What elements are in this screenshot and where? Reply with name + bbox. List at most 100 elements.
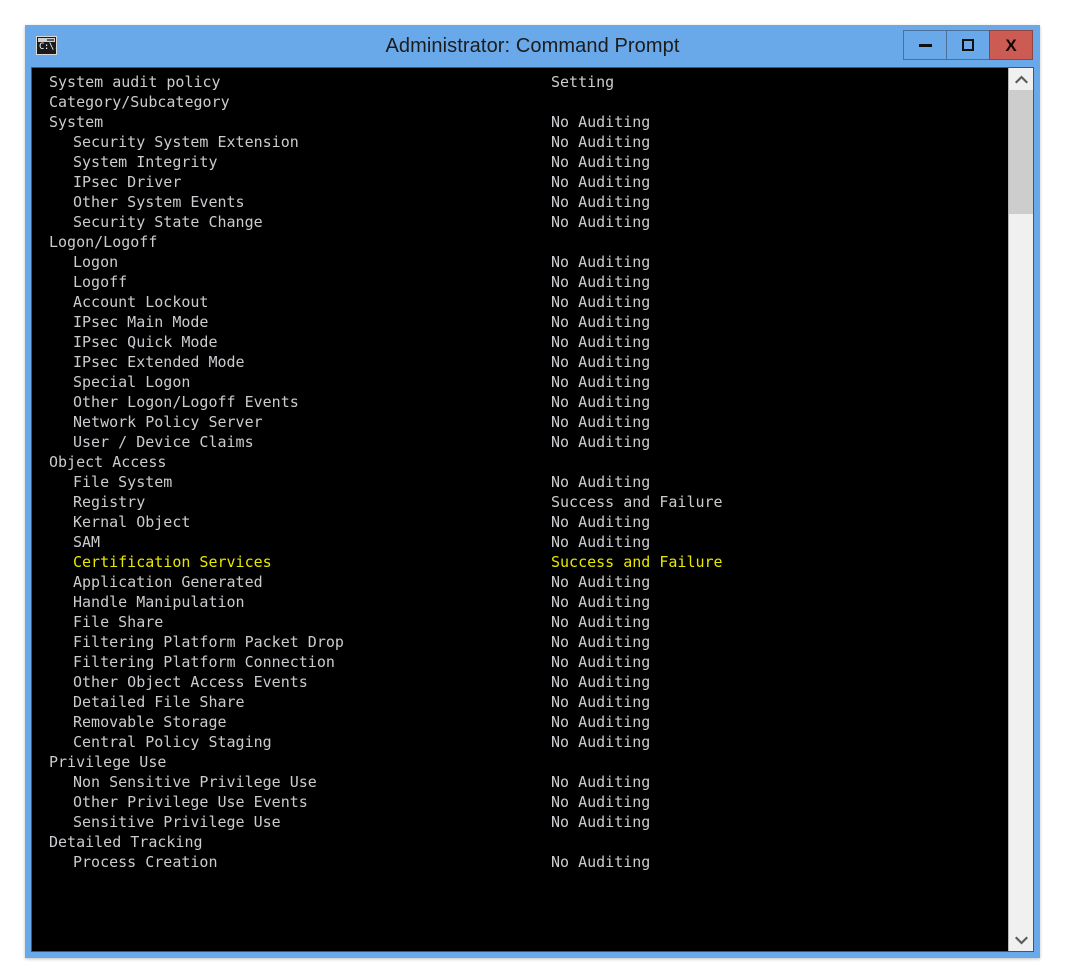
- audit-setting-value: No Auditing: [551, 153, 651, 171]
- window-title: Administrator: Command Prompt: [385, 34, 680, 57]
- console-row: File System No Auditing: [32, 472, 1008, 492]
- console-row: Security System Extension No Auditing: [32, 132, 1008, 152]
- audit-category-label: Application Generated: [73, 573, 263, 591]
- console-row: Category/Subcategory: [32, 92, 1008, 112]
- audit-setting-value: No Auditing: [551, 193, 651, 211]
- audit-category-label: Kernal Object: [73, 513, 191, 531]
- audit-setting-value: No Auditing: [551, 593, 651, 611]
- console-frame: System audit policy Setting Category/Subca…: [31, 67, 1034, 952]
- audit-setting-value: No Auditing: [551, 693, 651, 711]
- console-row: Object Access: [32, 452, 1008, 472]
- console-row: Logoff No Auditing: [32, 272, 1008, 292]
- console-lines: System audit policy Setting Category/Subca…: [32, 72, 1008, 872]
- audit-setting-value: Success and Failure: [551, 493, 723, 511]
- audit-setting-value: No Auditing: [551, 773, 651, 791]
- audit-category-label: SAM: [73, 533, 101, 551]
- close-icon: X: [1005, 35, 1017, 55]
- icon-prompt-text: C:\.: [39, 42, 57, 52]
- audit-setting-value: No Auditing: [551, 393, 651, 411]
- audit-category-label: Non Sensitive Privilege Use: [73, 773, 317, 791]
- audit-category-label: IPsec Extended Mode: [73, 353, 245, 371]
- audit-category-label: Detailed File Share: [73, 693, 245, 711]
- console-row: Process Creation No Auditing: [32, 852, 1008, 872]
- console-row: Removable Storage No Auditing: [32, 712, 1008, 732]
- audit-category-label: Handle Manipulation: [73, 593, 245, 611]
- console-row: User / Device Claims No Auditing: [32, 432, 1008, 452]
- audit-setting-value: No Auditing: [551, 733, 651, 751]
- console-row: Detailed Tracking: [32, 832, 1008, 852]
- audit-setting-value: No Auditing: [551, 713, 651, 731]
- scrollbar-thumb[interactable]: [1009, 90, 1033, 214]
- console-row: Other Object Access Events No Auditing: [32, 672, 1008, 692]
- audit-category-label: Other Object Access Events: [73, 673, 308, 691]
- audit-setting-value: No Auditing: [551, 373, 651, 391]
- console-row: Filtering Platform Connection No Auditing: [32, 652, 1008, 672]
- minimize-button[interactable]: [903, 30, 947, 60]
- audit-category-label: Security System Extension: [73, 133, 299, 151]
- console-row: Special Logon No Auditing: [32, 372, 1008, 392]
- audit-category-label: IPsec Main Mode: [73, 313, 209, 331]
- audit-category-label: Special Logon: [73, 373, 191, 391]
- audit-category-label: Logoff: [73, 273, 128, 291]
- audit-category-label: Network Policy Server: [73, 413, 263, 431]
- audit-category-label: Logon/Logoff: [49, 233, 158, 251]
- scrollbar-track[interactable]: [1009, 90, 1033, 929]
- screen: C:\. Administrator: Command Prompt X Sys…: [0, 0, 1065, 978]
- audit-category-label: Other Privilege Use Events: [73, 793, 308, 811]
- audit-category-label: Process Creation: [73, 853, 218, 871]
- audit-setting-value: No Auditing: [551, 793, 651, 811]
- audit-setting-value: No Auditing: [551, 353, 651, 371]
- window-titlebar[interactable]: C:\. Administrator: Command Prompt X: [25, 25, 1040, 67]
- console-row: Logon/Logoff: [32, 232, 1008, 252]
- console-row: Detailed File Share No Auditing: [32, 692, 1008, 712]
- audit-category-label: Privilege Use: [49, 753, 167, 771]
- audit-category-label: System: [49, 113, 104, 131]
- audit-setting-value: No Auditing: [551, 473, 651, 491]
- audit-category-label: Logon: [73, 253, 119, 271]
- console-row: SAM No Auditing: [32, 532, 1008, 552]
- audit-category-label: Other Logon/Logoff Events: [73, 393, 299, 411]
- audit-setting-value: No Auditing: [551, 573, 651, 591]
- console-row: Privilege Use: [32, 752, 1008, 772]
- audit-category-label: System Integrity: [73, 153, 218, 171]
- scroll-up-button[interactable]: [1009, 68, 1033, 90]
- audit-setting-value: No Auditing: [551, 293, 651, 311]
- maximize-button[interactable]: [946, 30, 990, 60]
- console-row: Central Policy Staging No Auditing: [32, 732, 1008, 752]
- audit-category-label: Filtering Platform Packet Drop: [73, 633, 344, 651]
- console-row: Filtering Platform Packet Drop No Auditin…: [32, 632, 1008, 652]
- window-controls: X: [903, 30, 1033, 60]
- audit-setting-value: No Auditing: [551, 533, 651, 551]
- console-scrollbar[interactable]: [1008, 68, 1033, 951]
- audit-category-label: Account Lockout: [73, 293, 209, 311]
- audit-setting-value: No Auditing: [551, 313, 651, 331]
- audit-setting-value: No Auditing: [551, 653, 651, 671]
- audit-setting-value: No Auditing: [551, 513, 651, 531]
- console-output[interactable]: System audit policy Setting Category/Subca…: [32, 68, 1008, 951]
- audit-setting-value: No Auditing: [551, 253, 651, 271]
- scroll-down-button[interactable]: [1009, 929, 1033, 951]
- console-row: System Integrity No Auditing: [32, 152, 1008, 172]
- console-row: IPsec Quick Mode No Auditing: [32, 332, 1008, 352]
- audit-setting-value: No Auditing: [551, 133, 651, 151]
- console-row: Non Sensitive Privilege Use No Auditing: [32, 772, 1008, 792]
- audit-setting-value: No Auditing: [551, 333, 651, 351]
- console-row: Account Lockout No Auditing: [32, 292, 1008, 312]
- audit-category-label: Certification Services: [73, 553, 272, 571]
- audit-category-label: Filtering Platform Connection: [73, 653, 335, 671]
- console-row: Logon No Auditing: [32, 252, 1008, 272]
- console-row: Application Generated No Auditing: [32, 572, 1008, 592]
- console-row: Registry Success and Failure: [32, 492, 1008, 512]
- audit-category-label: File Share: [73, 613, 164, 631]
- audit-category-label: User / Device Claims: [73, 433, 254, 451]
- audit-category-label: IPsec Driver: [73, 173, 182, 191]
- console-row: Sensitive Privilege Use No Auditing: [32, 812, 1008, 832]
- audit-category-label: Security State Change: [73, 213, 263, 231]
- audit-category-label: Removable Storage: [73, 713, 227, 731]
- command-prompt-icon: C:\.: [36, 36, 57, 55]
- audit-category-label: Object Access: [49, 453, 167, 471]
- close-button[interactable]: X: [989, 30, 1033, 60]
- console-row: IPsec Driver No Auditing: [32, 172, 1008, 192]
- console-row: File Share No Auditing: [32, 612, 1008, 632]
- audit-setting-value: Success and Failure: [551, 553, 723, 571]
